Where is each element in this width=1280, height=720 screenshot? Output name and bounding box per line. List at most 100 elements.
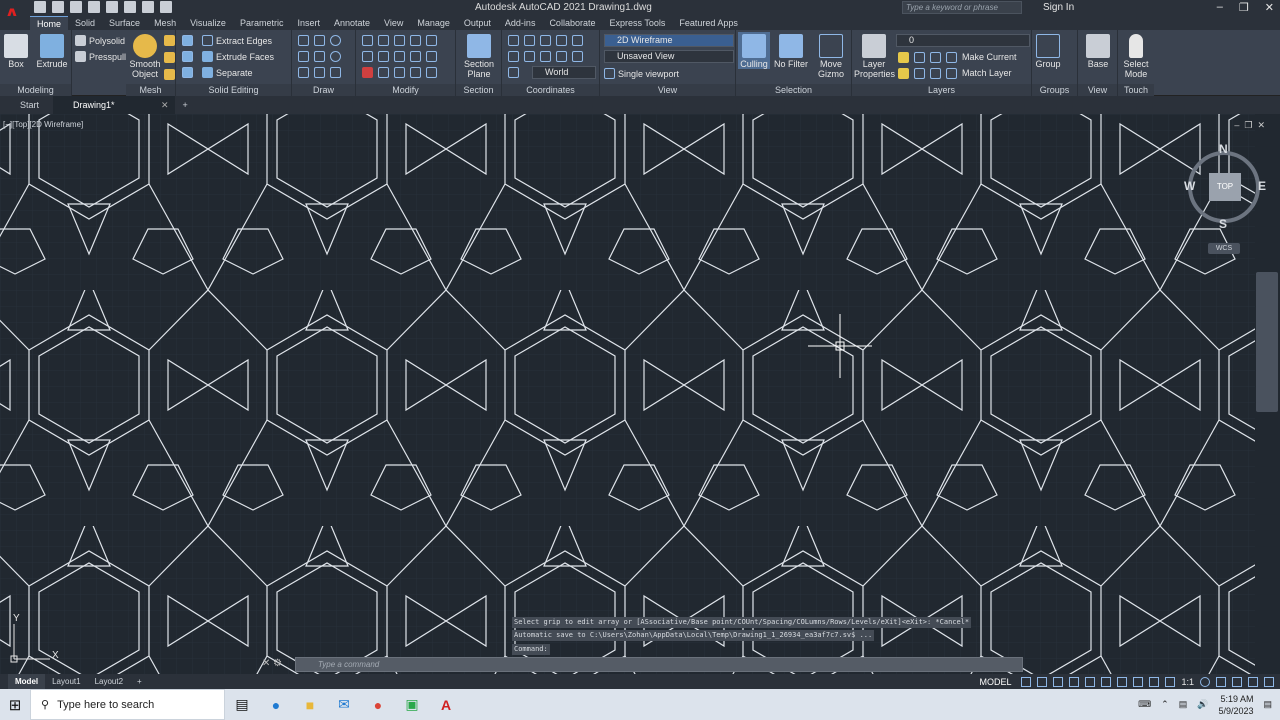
panel-title-draw[interactable]: Draw: [292, 84, 355, 96]
units-icon[interactable]: [1216, 676, 1226, 687]
erase-icon[interactable]: [362, 67, 373, 78]
wcs-menu[interactable]: WCS: [1208, 243, 1240, 254]
make-current-button[interactable]: Make Current: [962, 52, 1017, 62]
culling-button[interactable]: Culling: [738, 32, 770, 69]
annotation-visibility-icon[interactable]: [1165, 676, 1176, 687]
tab-solid[interactable]: Solid: [68, 16, 102, 30]
sign-in-button[interactable]: Sign In: [1043, 2, 1074, 13]
customize-icon[interactable]: ⚙: [273, 658, 282, 669]
object-snap-icon[interactable]: [1117, 676, 1128, 687]
match-layer-button[interactable]: Match Layer: [962, 68, 1012, 78]
ucs-origin-icon[interactable]: [540, 35, 551, 46]
command-input[interactable]: Type a command: [295, 657, 1023, 672]
viewport-config-button[interactable]: Single viewport: [604, 68, 679, 79]
tab-surface[interactable]: Surface: [102, 16, 147, 30]
ucs-dropdown[interactable]: World: [532, 66, 596, 79]
mirror-icon[interactable]: [426, 35, 437, 46]
compass-east[interactable]: E: [1258, 179, 1266, 193]
tab-featured-apps[interactable]: Featured Apps: [672, 16, 745, 30]
tab-layout2[interactable]: Layout2: [88, 674, 130, 689]
ucs-x-icon[interactable]: [508, 51, 519, 62]
viewport-label[interactable]: [−][Top][2D Wireframe]: [3, 120, 83, 129]
layer-thaw-icon[interactable]: [930, 68, 941, 79]
panel-title-touch[interactable]: Touch: [1118, 84, 1154, 96]
redo-icon[interactable]: [160, 1, 172, 13]
ucs-world-icon[interactable]: [524, 35, 535, 46]
section-plane-button[interactable]: Section Plane: [460, 32, 498, 79]
panel-title-mesh[interactable]: Mesh: [126, 84, 175, 96]
ucs-view-icon[interactable]: [540, 51, 551, 62]
add-layout-button[interactable]: +: [130, 674, 149, 689]
close-tab-icon[interactable]: ✕: [161, 96, 169, 114]
tab-add-ins[interactable]: Add-ins: [498, 16, 543, 30]
region-icon[interactable]: [330, 67, 341, 78]
viewport-close-icon[interactable]: ✕: [1257, 120, 1270, 130]
smooth-object-button[interactable]: Smooth Object: [128, 32, 162, 79]
tab-manage[interactable]: Manage: [410, 16, 457, 30]
file-explorer-icon[interactable]: ■: [293, 689, 327, 720]
separate-button[interactable]: Separate: [202, 67, 253, 78]
ucs-face-icon[interactable]: [572, 51, 583, 62]
panel-title-selection[interactable]: Selection: [736, 84, 851, 96]
line-icon[interactable]: [298, 35, 309, 46]
layer-properties-button[interactable]: Layer Properties: [854, 32, 895, 79]
tab-model[interactable]: Model: [8, 674, 46, 689]
box-button[interactable]: Box: [2, 32, 30, 69]
plot-icon[interactable]: [124, 1, 136, 13]
close-command-icon[interactable]: ✕: [262, 658, 270, 669]
start-button[interactable]: ⊞: [0, 696, 30, 714]
trim-icon[interactable]: [378, 51, 389, 62]
copy-icon[interactable]: [378, 35, 389, 46]
tab-output[interactable]: Output: [457, 16, 498, 30]
viewport-minimize-icon[interactable]: –: [1234, 120, 1244, 130]
undo-icon[interactable]: [142, 1, 154, 13]
join-icon[interactable]: [394, 67, 405, 78]
restore-icon[interactable]: ❐: [1239, 1, 1249, 14]
panel-title-view[interactable]: View: [600, 84, 735, 96]
compass-west[interactable]: W: [1184, 179, 1195, 193]
array-icon[interactable]: [410, 51, 421, 62]
panel-title-layers[interactable]: Layers: [852, 84, 1031, 96]
move-gizmo-button[interactable]: Move Gizmo: [814, 32, 848, 79]
tab-collaborate[interactable]: Collaborate: [542, 16, 602, 30]
intersect-icon[interactable]: [182, 67, 193, 78]
offset-icon[interactable]: [426, 51, 437, 62]
camtasia-icon[interactable]: ▣: [395, 689, 429, 720]
layer-unisolate-icon[interactable]: [914, 68, 925, 79]
ucs-z-icon[interactable]: [556, 35, 567, 46]
chamfer-icon[interactable]: [426, 67, 437, 78]
explode-icon[interactable]: [378, 67, 389, 78]
layer-dropdown[interactable]: 0: [896, 34, 1030, 47]
new-icon[interactable]: [34, 1, 46, 13]
layer-freeze-icon[interactable]: [930, 52, 941, 63]
mesh-cone-icon[interactable]: [164, 52, 175, 63]
panel-title-section[interactable]: Section: [456, 84, 501, 96]
tab-view[interactable]: View: [377, 16, 410, 30]
save-as-icon[interactable]: [88, 1, 100, 13]
lineweight-icon[interactable]: [1133, 676, 1144, 687]
base-button[interactable]: Base: [1082, 32, 1114, 69]
ucs-object-icon[interactable]: [556, 51, 567, 62]
mesh-refine-icon[interactable]: [164, 69, 175, 80]
tab-annotate[interactable]: Annotate: [327, 16, 377, 30]
scale-icon[interactable]: [394, 51, 405, 62]
tab-layout1[interactable]: Layout1: [45, 674, 87, 689]
share-icon[interactable]: [106, 1, 118, 13]
viewcube[interactable]: TOP N S W E WCS: [1184, 142, 1266, 255]
rectangle-icon[interactable]: [298, 67, 309, 78]
selection-cycling-icon[interactable]: [1149, 676, 1160, 687]
keyboard-icon[interactable]: ⌨: [1138, 699, 1151, 710]
tab-parametric[interactable]: Parametric: [233, 16, 291, 30]
viewcube-top-face[interactable]: TOP: [1209, 173, 1241, 201]
model-space-button[interactable]: MODEL: [979, 677, 1011, 687]
tray-chevron-icon[interactable]: ⌃: [1161, 699, 1169, 710]
tab-mesh[interactable]: Mesh: [147, 16, 183, 30]
extrude-button[interactable]: Extrude: [36, 32, 68, 69]
ellipse-icon[interactable]: [330, 51, 341, 62]
taskbar-search[interactable]: ⚲ Type here to search: [30, 689, 225, 720]
presspull-button[interactable]: Presspull: [75, 51, 126, 62]
isodraft-icon[interactable]: [1085, 676, 1096, 687]
ucs-prev-icon[interactable]: [508, 67, 519, 78]
autocad-taskbar-icon[interactable]: A: [429, 689, 463, 720]
panel-title-solid-editing[interactable]: Solid Editing: [176, 84, 291, 96]
